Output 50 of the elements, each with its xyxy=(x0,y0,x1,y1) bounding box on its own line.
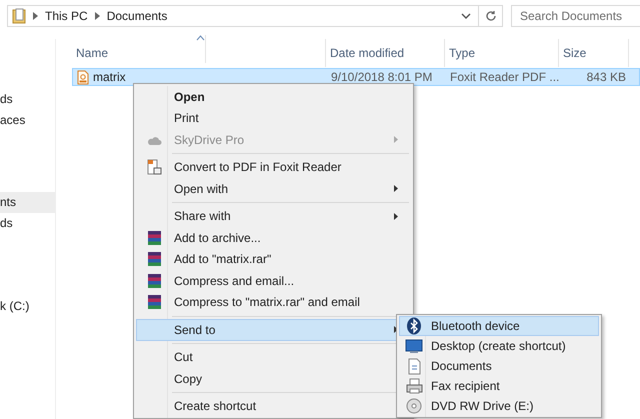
menu-item[interactable]: Documents xyxy=(399,356,599,376)
breadcrumb[interactable]: Documents xyxy=(106,9,168,23)
sidebar-item[interactable]: k (C:) xyxy=(0,296,55,317)
sidebar-item[interactable]: aces xyxy=(0,110,55,131)
monitor-icon xyxy=(405,338,423,354)
column-header[interactable]: Size xyxy=(559,39,629,67)
sidebar-item[interactable]: nts xyxy=(0,192,55,213)
menu-item[interactable]: Print xyxy=(136,108,411,129)
menu-item[interactable]: Add to archive... xyxy=(136,227,411,248)
refresh-icon xyxy=(484,10,496,22)
chevron-right-icon xyxy=(33,12,38,20)
submenu-arrow-icon xyxy=(394,212,398,220)
address-bar[interactable]: This PC Documents xyxy=(7,5,503,27)
breadcrumb[interactable]: This PC xyxy=(45,9,88,23)
menu-item[interactable]: Open with xyxy=(136,178,411,200)
pdf-file-icon xyxy=(77,70,89,84)
table-cell-text: 9/10/2018 8:01 PM xyxy=(330,70,434,84)
submenu-arrow-icon xyxy=(394,136,398,144)
menu-item[interactable]: Fax recipient xyxy=(399,376,599,396)
menu-item[interactable]: Share with xyxy=(136,206,411,227)
disc-icon xyxy=(406,398,422,414)
bluetooth-icon xyxy=(406,317,422,335)
table-cell-text: 843 KB xyxy=(586,70,627,84)
sidebar-item[interactable]: ds xyxy=(0,213,55,234)
column-header[interactable]: Name xyxy=(72,39,326,67)
document-icon xyxy=(406,358,422,374)
table-cell-text: Foxit Reader PDF ... xyxy=(449,70,560,84)
menu-item[interactable]: Convert to PDF in Foxit Reader xyxy=(136,156,411,178)
sidebar-item[interactable]: ds xyxy=(0,89,55,110)
submenu-arrow-icon xyxy=(394,185,398,192)
file-row[interactable]: matrix 9/10/2018 8:01 PM Foxit Reader PDF ... 843 KB xyxy=(72,68,640,86)
stacked-books-icon xyxy=(146,294,162,310)
search-field[interactable]: Search Documents xyxy=(511,5,640,27)
printer-icon xyxy=(406,378,422,394)
folder-icon xyxy=(12,8,26,24)
menu-item[interactable]: DVD RW Drive (E:) xyxy=(399,396,599,416)
stacked-books-icon xyxy=(146,272,162,289)
menu-item[interactable]: Add to "matrix.rar" xyxy=(136,248,411,270)
menu-item[interactable]: Compress and email... xyxy=(136,270,411,292)
chevron-right-icon xyxy=(94,12,100,20)
document-icon xyxy=(146,159,162,176)
chevron-down-icon xyxy=(461,12,471,20)
column-header[interactable]: Date modified xyxy=(326,39,445,67)
menu-item[interactable]: Open xyxy=(136,86,411,108)
column-header[interactable]: Type xyxy=(445,39,559,67)
stacked-books-icon xyxy=(146,230,162,246)
menu-item[interactable]: Bluetooth device xyxy=(399,316,599,336)
stacked-books-icon xyxy=(146,251,162,268)
file-name: matrix xyxy=(93,70,126,84)
menu-item[interactable]: Compress to "matrix.rar" and email xyxy=(136,292,411,313)
